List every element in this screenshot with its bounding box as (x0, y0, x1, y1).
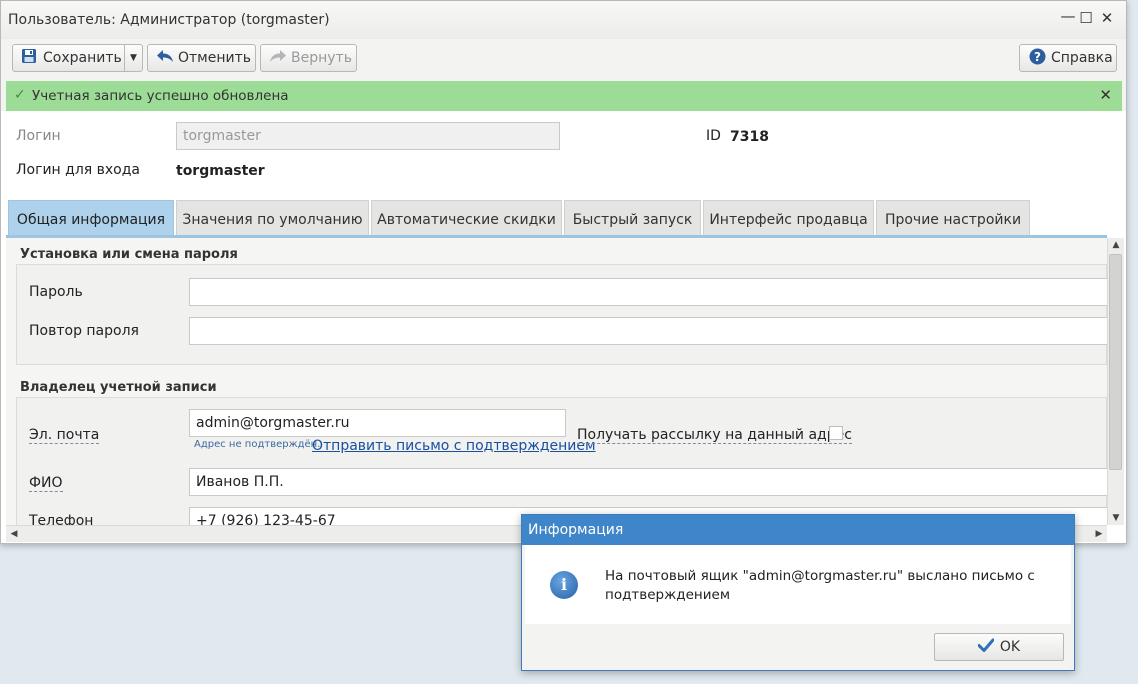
banner-message: Учетная запись успешно обновлена (32, 88, 289, 104)
save-dropdown-button[interactable]: ▼ (124, 44, 143, 72)
password-section-heading: Установка или смена пароля (20, 247, 238, 262)
success-check-icon: ✓ (14, 87, 26, 103)
send-confirmation-link[interactable]: Отправить письмо с подтверждением (312, 438, 596, 454)
scroll-up-icon[interactable]: ▲ (1108, 238, 1124, 252)
repeat-password-input[interactable] (189, 317, 1107, 345)
scroll-down-icon[interactable]: ▼ (1108, 511, 1124, 525)
close-icon[interactable]: ✕ (1098, 9, 1116, 27)
email-input[interactable]: admin@torgmaster.ru (189, 409, 566, 437)
success-banner: ✓ Учетная запись успешно обновлена ✕ (6, 81, 1122, 111)
cancel-label: Отменить (178, 50, 252, 66)
scroll-left-icon[interactable]: ◀ (6, 527, 22, 541)
tab-seller-interface[interactable]: Интерфейс продавца (703, 200, 874, 238)
tab-auto-discounts[interactable]: Автоматические скидки (371, 200, 562, 238)
info-dialog: Информация i На почтовый ящик "admin@tor… (521, 514, 1075, 671)
owner-section-heading: Владелец учетной записи (20, 380, 217, 395)
login-label: Логин (16, 128, 61, 144)
owner-fieldset: Эл. почта admin@torgmaster.ru Адрес не п… (16, 397, 1107, 526)
fio-input[interactable]: Иванов П.П. (189, 468, 1107, 496)
window-title: Пользователь: Администратор (torgmaster) (8, 12, 330, 28)
repeat-password-label: Повтор пароля (29, 323, 139, 339)
login-field: torgmaster (176, 122, 560, 150)
save-icon (21, 48, 37, 68)
tab-default-values[interactable]: Значения по умолчанию (176, 200, 369, 238)
scroll-thumb[interactable] (1109, 254, 1122, 470)
undo-icon (156, 49, 174, 67)
save-label: Сохранить (43, 50, 122, 66)
dialog-title-bar[interactable]: Информация (522, 515, 1074, 545)
password-label: Пароль (29, 284, 83, 300)
signin-login-value: torgmaster (176, 163, 265, 179)
minimize-icon[interactable]: — (1059, 7, 1077, 25)
redo-icon (269, 49, 287, 67)
help-button[interactable]: ? Справка (1019, 44, 1117, 72)
dialog-body: i На почтовый ящик "admin@torgmaster.ru"… (525, 545, 1071, 624)
ok-check-icon (977, 638, 995, 656)
dropdown-arrow-icon: ▼ (130, 53, 137, 63)
scroll-right-icon[interactable]: ▶ (1091, 527, 1107, 541)
signin-login-label: Логин для входа (16, 162, 141, 178)
vertical-scrollbar[interactable]: ▲ ▼ (1107, 238, 1124, 525)
save-button[interactable]: Сохранить (12, 44, 125, 72)
info-icon: i (550, 571, 578, 599)
tab-bar: Общая информация Значения по умолчанию А… (1, 200, 1126, 238)
redo-label: Вернуть (291, 50, 352, 66)
svg-text:?: ? (1034, 50, 1041, 64)
fio-label: ФИО (29, 475, 63, 492)
email-unconfirmed-note: Адрес не подтверждён. (194, 439, 321, 450)
password-input[interactable] (189, 278, 1107, 306)
toolbar: Сохранить ▼ Отменить Вернуть ? Справка (1, 39, 1126, 79)
id-label: ID (706, 128, 721, 144)
user-editor-window: Пользователь: Администратор (torgmaster)… (0, 0, 1127, 544)
ok-label: OK (999, 639, 1021, 655)
dialog-message: На почтовый ящик "admin@torgmaster.ru" в… (605, 568, 1035, 603)
dialog-title: Информация (528, 522, 624, 538)
email-label: Эл. почта (29, 427, 100, 444)
maximize-icon[interactable]: ☐ (1077, 9, 1095, 27)
banner-close-icon[interactable]: ✕ (1099, 86, 1112, 104)
id-value: 7318 (730, 129, 769, 145)
help-label: Справка (1051, 50, 1113, 66)
cancel-button[interactable]: Отменить (147, 44, 256, 72)
password-fieldset: Пароль Повтор пароля (16, 264, 1107, 365)
redo-button[interactable]: Вернуть (260, 44, 357, 72)
subscribe-checkbox[interactable] (829, 426, 843, 440)
tab-other-settings[interactable]: Прочие настройки (876, 200, 1030, 238)
subscribe-label: Получать рассылку на данный адрес (577, 427, 852, 444)
tab-quick-launch[interactable]: Быстрый запуск (564, 200, 701, 238)
title-bar[interactable]: Пользователь: Администратор (torgmaster)… (1, 1, 1126, 39)
tab-general-info[interactable]: Общая информация (8, 200, 174, 238)
ok-button[interactable]: OK (934, 633, 1064, 661)
form-content: Логин torgmaster ID 7318 Логин для входа… (1, 111, 1126, 543)
general-info-panel: Установка или смена пароля Пароль Повтор… (6, 238, 1107, 526)
help-icon: ? (1029, 48, 1046, 69)
